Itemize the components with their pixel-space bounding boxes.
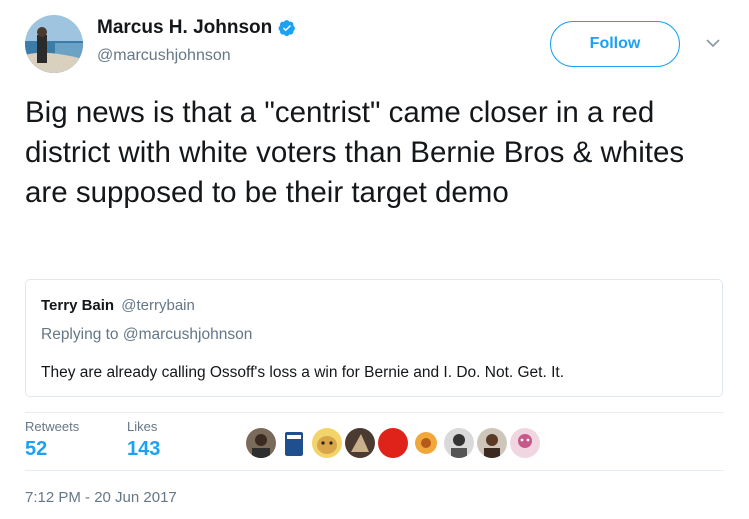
author-name-row: Marcus H. Johnson: [97, 17, 296, 39]
liker-avatar[interactable]: [279, 428, 309, 458]
retweets-label: Retweets: [25, 419, 80, 434]
liker-avatar[interactable]: [246, 428, 276, 458]
liker-avatar[interactable]: [378, 428, 408, 458]
quoted-author-row: Terry Bain @terrybain: [41, 297, 195, 314]
liker-avatar[interactable]: [345, 428, 375, 458]
verified-badge-icon: [278, 20, 296, 37]
stats-divider-top: [25, 412, 724, 413]
quoted-author-handle: @terrybain: [121, 297, 195, 314]
author-avatar[interactable]: [25, 15, 83, 73]
liker-avatars: [246, 428, 543, 458]
tweet-text: Big news is that a "centrist" came close…: [25, 96, 685, 209]
quoted-reply-context: Replying to @marcushjohnson: [41, 326, 253, 343]
retweets-count: 52: [25, 438, 48, 460]
stats-divider-bottom: [25, 470, 724, 471]
liker-avatar[interactable]: [444, 428, 474, 458]
liker-avatar[interactable]: [477, 428, 507, 458]
quoted-author-name: Terry Bain: [41, 297, 115, 314]
liker-avatar[interactable]: [411, 428, 441, 458]
quoted-tweet[interactable]: Terry Bain @terrybain Replying to @marcu…: [25, 279, 723, 397]
likes-count: 143: [127, 438, 161, 460]
retweets-stat[interactable]: Retweets 52: [25, 419, 79, 461]
liker-avatar[interactable]: [510, 428, 540, 458]
author-handle[interactable]: @marcushjohnson: [97, 47, 231, 65]
chevron-down-icon[interactable]: [706, 38, 720, 48]
quoted-tweet-text: They are already calling Ossoff's loss a…: [41, 364, 565, 381]
likes-stat[interactable]: Likes 143: [127, 419, 160, 461]
liker-avatar[interactable]: [312, 428, 342, 458]
likes-label: Likes: [127, 419, 158, 434]
tweet-timestamp[interactable]: 7:12 PM - 20 Jun 2017: [25, 489, 177, 506]
follow-button[interactable]: Follow: [550, 21, 680, 67]
author-name[interactable]: Marcus H. Johnson: [97, 17, 272, 39]
